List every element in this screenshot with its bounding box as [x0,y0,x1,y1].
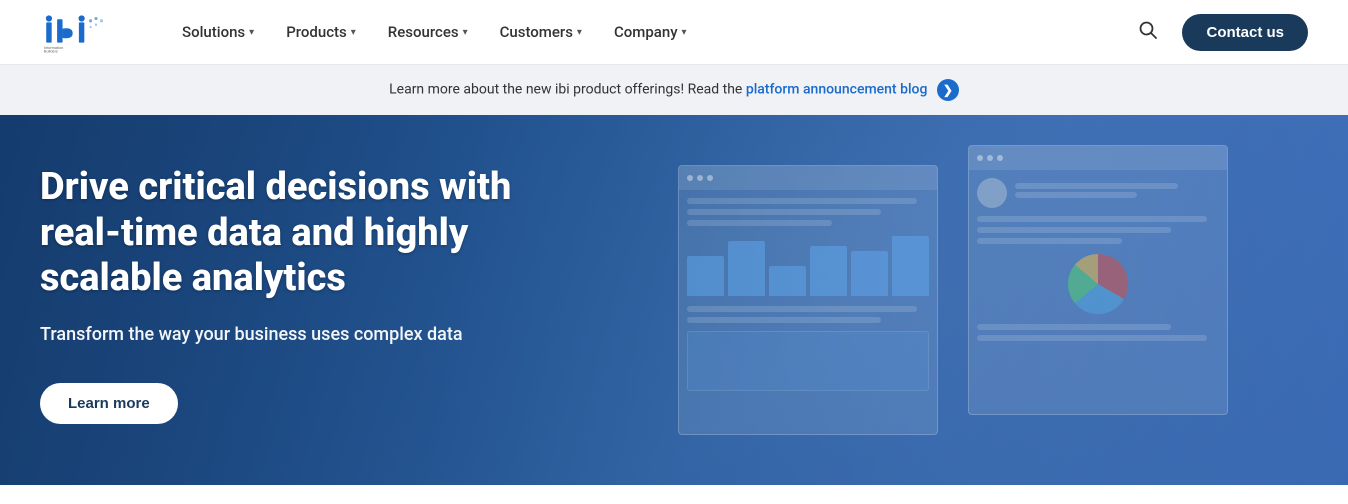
nav-item-resources[interactable]: Resources ▾ [376,15,480,49]
chevron-down-icon: ▾ [249,27,254,38]
svg-text:Builders: Builders [44,48,58,53]
search-icon [1138,20,1158,40]
screen-row [977,324,1171,330]
nav-item-customers[interactable]: Customers ▾ [488,15,594,49]
hero-screens [678,135,1228,465]
screen-header-right [969,146,1227,170]
screen-right [968,145,1228,415]
screen-row [687,198,917,204]
hero-subtext: Transform the way your business uses com… [40,322,580,347]
hero-content: Drive critical decisions with real-time … [40,165,580,424]
hero-section: Drive critical decisions with real-time … [0,115,1348,485]
screen-dot [707,175,713,181]
chevron-down-icon: ▾ [577,27,582,38]
profile-info [1015,183,1219,203]
nav-label-products: Products [286,23,347,41]
search-button[interactable] [1130,12,1166,53]
screen-row [687,220,832,226]
chart-bar [810,246,847,296]
pie-chart [1068,254,1128,314]
screen-header-left [679,166,937,190]
learn-more-label: Learn more [68,395,150,412]
screen-row [687,209,881,215]
screen-row [687,317,881,323]
logo-svg: Information Builders [40,10,110,55]
chevron-down-icon: ▾ [463,27,468,38]
nav-right: Contact us [1130,12,1308,53]
screen-row [1015,192,1137,198]
chart-bar [851,251,888,296]
chevron-down-icon: ▾ [682,27,687,38]
profile-area [977,178,1219,208]
nav-item-company[interactable]: Company ▾ [602,15,699,49]
announcement-link[interactable]: platform announcement blog [746,82,931,98]
screen-row [687,306,917,312]
chart-bar [892,236,929,296]
nav-links: Solutions ▾ Products ▾ Resources ▾ Custo… [170,15,1130,49]
screen-left [678,165,938,435]
contact-label: Contact us [1206,24,1284,41]
navbar: Information Builders Solutions ▾ Product… [0,0,1348,65]
screen-row [1015,183,1178,189]
nav-label-customers: Customers [500,23,573,41]
logo[interactable]: Information Builders [40,10,110,55]
map-area [687,331,929,391]
learn-more-button[interactable]: Learn more [40,383,178,424]
screen-row [977,238,1122,244]
screen-chart [687,236,929,296]
chart-bar [769,266,806,296]
nav-item-solutions[interactable]: Solutions ▾ [170,15,266,49]
screen-dot [997,155,1003,161]
nav-label-solutions: Solutions [182,23,245,41]
pie-chart-area [977,254,1219,314]
screen-row [977,335,1207,341]
screen-row [977,227,1171,233]
announcement-arrow-icon: ❯ [937,79,959,101]
screen-dot [977,155,983,161]
nav-item-products[interactable]: Products ▾ [274,15,368,49]
screen-dot [697,175,703,181]
announcement-text: Learn more about the new ibi product off… [389,82,746,98]
avatar [977,178,1007,208]
nav-label-company: Company [614,23,678,41]
screen-body-right [969,170,1227,354]
hero-headline: Drive critical decisions with real-time … [40,165,580,302]
screen-dot [987,155,993,161]
chart-bar [687,256,724,296]
nav-label-resources: Resources [388,23,459,41]
announcement-banner: Learn more about the new ibi product off… [0,65,1348,115]
screen-dot [687,175,693,181]
chevron-down-icon: ▾ [351,27,356,38]
chart-bar [728,241,765,296]
announcement-link-text: platform announcement blog [746,82,928,98]
screen-row [977,216,1207,222]
screen-body-left [679,190,937,399]
contact-us-button[interactable]: Contact us [1182,14,1308,51]
